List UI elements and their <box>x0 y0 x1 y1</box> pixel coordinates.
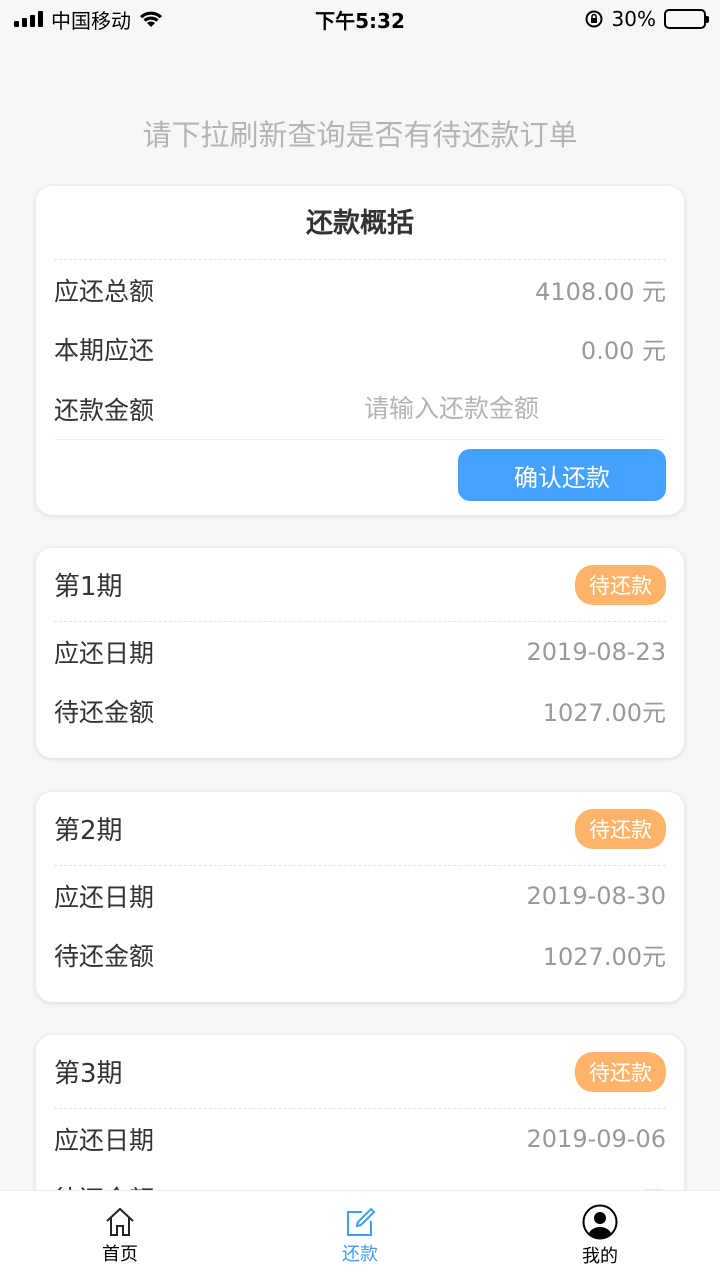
period-head: 第1期 待还款 <box>54 548 666 622</box>
tab-mine[interactable]: 我的 <box>480 1191 720 1280</box>
refresh-hint: 请下拉刷新查询是否有待还款订单 <box>142 118 578 152</box>
amount-label: 还款金额 <box>54 395 155 425</box>
carrier-name: 中国移动 <box>51 8 131 33</box>
period-name: 第3期 <box>54 1059 123 1089</box>
total-value: 4108.00 元 <box>535 278 666 306</box>
page: 中国移动 下午5:32 30% 请下拉刷新查询是否有待还款订单 还款概括 应还总… <box>0 0 720 1280</box>
due-amount-row: 待还金额 1027.00元 <box>54 681 666 740</box>
status-badge: 待还款 <box>575 1051 666 1092</box>
rotation-lock-icon <box>585 10 603 28</box>
summary-card: 还款概括 应还总额 4108.00 元 本期应还 0.00 元 还款金额 确认还… <box>36 186 684 515</box>
summary-title: 还款概括 <box>54 186 666 260</box>
period-head: 第2期 待还款 <box>54 792 666 866</box>
edit-icon <box>347 1207 376 1236</box>
battery-percent: 30% <box>611 7 656 31</box>
current-label: 本期应还 <box>54 335 155 365</box>
current-value: 0.00 元 <box>580 337 666 365</box>
due-date-value: 2019-08-30 <box>526 881 666 910</box>
due-date-row: 应还日期 2019-08-23 <box>54 622 666 681</box>
amount-input[interactable] <box>364 394 614 423</box>
period-name: 第1期 <box>54 572 123 602</box>
tab-repay-label: 还款 <box>342 1243 378 1265</box>
signal-icon <box>14 11 43 27</box>
total-label: 应还总额 <box>54 276 155 306</box>
due-amount-value: 1027.00元 <box>542 699 666 727</box>
due-date-label: 应还日期 <box>54 1125 155 1155</box>
amount-row: 还款金额 <box>54 378 666 440</box>
due-amount-label: 待还金额 <box>54 941 155 971</box>
status-badge: 待还款 <box>575 808 666 849</box>
due-amount-row: 待还金额 1027.00元 <box>54 925 666 984</box>
current-row: 本期应还 0.00 元 <box>54 319 666 378</box>
status-badge: 待还款 <box>575 564 666 605</box>
due-date-label: 应还日期 <box>54 638 155 668</box>
due-date-row: 应还日期 2019-09-06 <box>54 1109 666 1168</box>
battery-icon <box>664 9 709 29</box>
confirm-wrap: 确认还款 <box>54 440 666 501</box>
status-left: 中国移动 <box>14 5 163 34</box>
tab-bar: 首页 还款 我的 <box>0 1190 720 1280</box>
confirm-repay-button[interactable]: 确认还款 <box>458 449 666 501</box>
period-name: 第2期 <box>54 816 123 846</box>
tab-home-label: 首页 <box>102 1243 138 1265</box>
due-date-label: 应还日期 <box>54 882 155 912</box>
period-card[interactable]: 第1期 待还款 应还日期 2019-08-23 待还金额 1027.00元 <box>36 548 684 758</box>
period-card[interactable]: 第2期 待还款 应还日期 2019-08-30 待还金额 1027.00元 <box>36 792 684 1002</box>
due-amount-label: 待还金额 <box>54 697 155 727</box>
due-amount-value: 1027.00元 <box>542 943 666 971</box>
due-date-row: 应还日期 2019-08-30 <box>54 866 666 925</box>
status-right: 30% <box>584 7 709 31</box>
tab-mine-label: 我的 <box>582 1245 618 1267</box>
status-bar: 中国移动 下午5:32 30% <box>0 0 720 38</box>
due-date-value: 2019-08-23 <box>526 637 666 666</box>
user-icon <box>582 1204 618 1239</box>
due-date-value: 2019-09-06 <box>526 1124 666 1153</box>
tab-home[interactable]: 首页 <box>0 1191 240 1280</box>
total-row: 应还总额 4108.00 元 <box>54 260 666 319</box>
wifi-icon <box>140 11 162 27</box>
home-icon <box>106 1207 134 1236</box>
tab-repay[interactable]: 还款 <box>240 1191 480 1280</box>
period-head: 第3期 待还款 <box>54 1035 666 1109</box>
